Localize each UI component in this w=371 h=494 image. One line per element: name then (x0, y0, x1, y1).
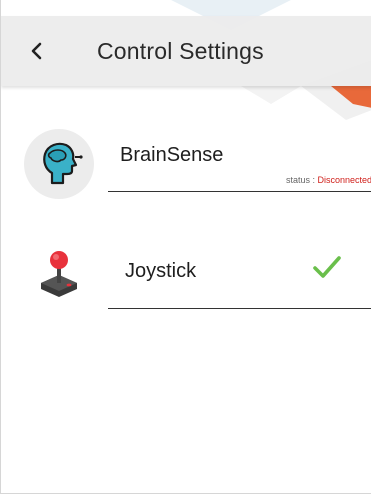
checkmark-icon (313, 256, 341, 278)
control-settings-screen: Control Settings BrainSense status : Dis… (0, 0, 371, 494)
chevron-left-icon (31, 42, 42, 60)
header-bar: Control Settings (1, 16, 371, 86)
status-text: status : Disconnected (286, 175, 371, 185)
device-row-brainsense[interactable]: BrainSense status : Disconnected (1, 120, 371, 230)
status-label: status : (285, 175, 318, 185)
device-name-joystick: Joystick (125, 260, 197, 282)
device-row-joystick[interactable]: Joystick (1, 230, 371, 320)
status-value: Disconnected (317, 175, 371, 185)
device-list: BrainSense status : Disconnected (1, 120, 371, 297)
page-title: Control Settings (97, 37, 264, 64)
device-name-brainsense: BrainSense (120, 144, 224, 166)
brain-head-icon (24, 129, 94, 199)
back-button[interactable] (1, 16, 73, 86)
row-divider (108, 191, 371, 192)
row-divider (108, 308, 371, 309)
